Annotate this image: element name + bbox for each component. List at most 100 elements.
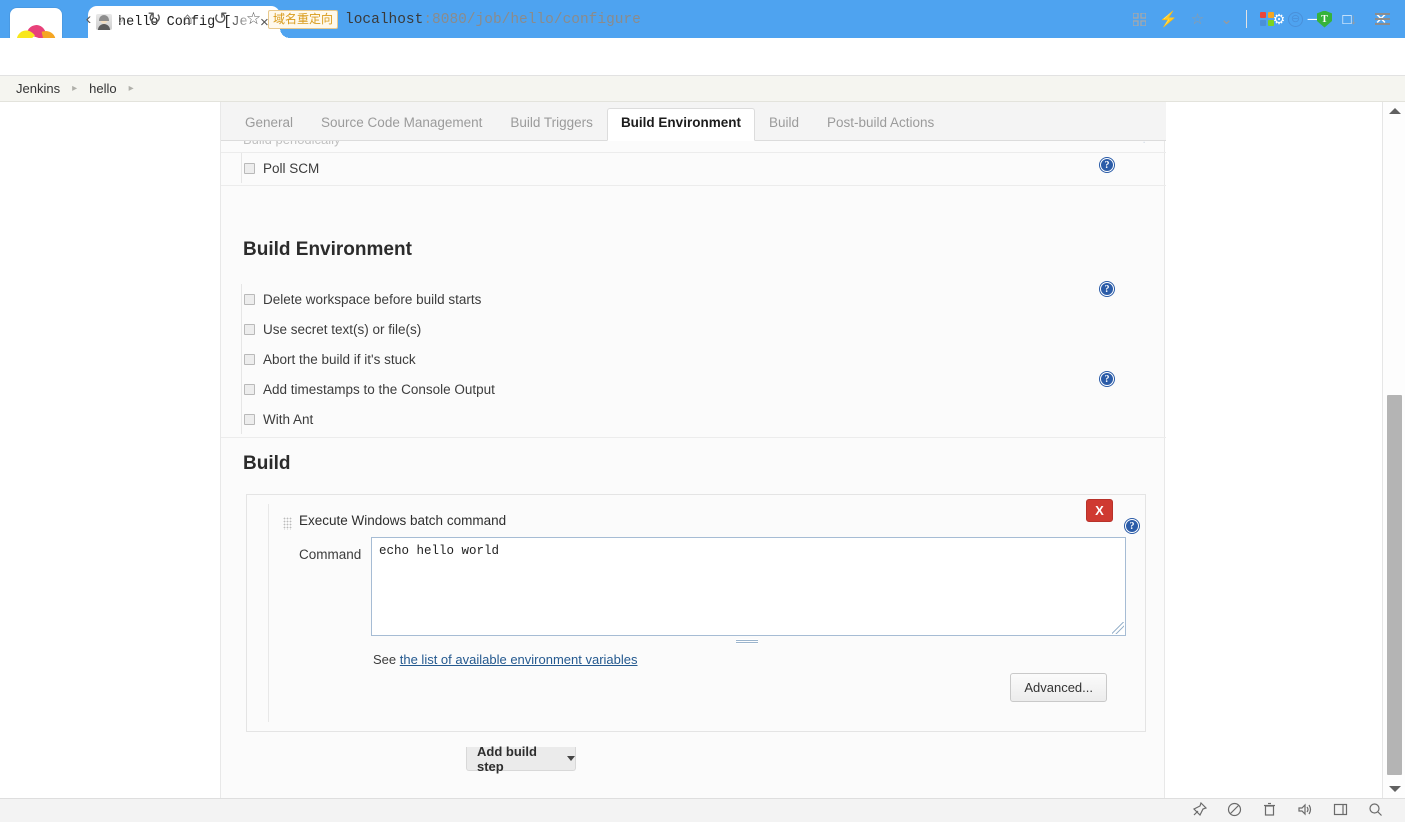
section-heading-build: Build xyxy=(243,453,291,474)
option-label-use-secret: Use secret text(s) or file(s) xyxy=(263,321,422,337)
section-heading-build-environment: Build Environment xyxy=(243,239,412,260)
checkbox-timestamps[interactable] xyxy=(244,383,255,395)
chevron-down-icon[interactable]: ⌄ xyxy=(1212,0,1241,38)
option-label-timestamps: Add timestamps to the Console Output xyxy=(263,381,495,397)
checkbox-delete-workspace[interactable] xyxy=(244,293,255,305)
see-prefix: See xyxy=(373,652,400,667)
row-left-bar xyxy=(241,284,242,314)
tab-post-build-actions[interactable]: Post-build Actions xyxy=(813,108,948,140)
help-icon-poll-scm[interactable]: ? xyxy=(1100,158,1114,172)
url-host: localhost xyxy=(345,11,424,28)
add-build-step-button[interactable]: Add build step xyxy=(466,743,576,774)
build-step-title: Execute Windows batch command xyxy=(299,513,507,528)
breadcrumb-separator: ▸ xyxy=(72,83,78,94)
breadcrumb-item-jenkins[interactable]: Jenkins xyxy=(16,81,60,96)
hamburger-menu-icon[interactable] xyxy=(1368,0,1397,38)
option-label-abort-stuck: Abort the build if it's stuck xyxy=(263,351,416,367)
address-bar-url: localhost:8080/job/hello/configure xyxy=(345,12,641,28)
page-body: General Source Code Management Build Tri… xyxy=(0,102,1382,798)
domain-redirect-badge: 域名重定向 xyxy=(268,10,339,29)
env-vars-line: See the list of available environment va… xyxy=(373,652,638,667)
option-row-timestamps[interactable]: Add timestamps to the Console Output xyxy=(221,374,1166,404)
home-icon[interactable]: ⌂ xyxy=(171,0,204,38)
option-label-poll-scm: Poll SCM xyxy=(263,160,320,176)
reload-icon[interactable]: ↻ xyxy=(138,0,171,38)
option-row-delete-workspace[interactable]: Delete workspace before build starts xyxy=(221,284,1166,314)
delete-build-step-button[interactable]: X xyxy=(1086,499,1113,522)
apps-grid-icon[interactable] xyxy=(1252,0,1281,38)
navigation-buttons: ‹ › ↻ ⌂ ↺ ☆ xyxy=(72,0,270,38)
bolt-icon[interactable]: ⚡ xyxy=(1154,0,1183,38)
qr-code-icon[interactable] xyxy=(1125,0,1154,38)
textarea-resize-handle[interactable] xyxy=(1112,622,1124,634)
scroll-down-arrow-icon[interactable] xyxy=(1383,780,1405,798)
add-build-step-label: Add build step xyxy=(477,743,537,774)
scroll-up-arrow-icon[interactable] xyxy=(1383,102,1405,120)
option-row-poll-scm[interactable]: Poll SCM xyxy=(221,153,1166,183)
help-icon-build-step[interactable]: ? xyxy=(1125,519,1139,533)
undo-icon[interactable]: ↺ xyxy=(204,0,237,38)
row-left-bar xyxy=(241,374,242,404)
scrollbar-thumb[interactable] xyxy=(1387,395,1402,775)
browser-toolbar xyxy=(0,38,1405,76)
forward-icon[interactable]: › xyxy=(105,0,138,38)
adblock-icon[interactable]: ⊖ xyxy=(1281,0,1310,38)
checkbox-use-secret[interactable] xyxy=(244,323,255,335)
tab-general[interactable]: General xyxy=(231,108,307,140)
checkbox-poll-scm[interactable] xyxy=(244,162,255,174)
download-icon[interactable]: ↓ xyxy=(1339,0,1368,38)
bookmark-star-icon[interactable]: ☆ xyxy=(237,0,270,38)
checkbox-abort-stuck[interactable] xyxy=(244,353,255,365)
shield-glyph: T xyxy=(1317,10,1332,28)
command-label: Command xyxy=(299,547,362,562)
trash-icon[interactable] xyxy=(1262,802,1277,819)
option-row-with-ant[interactable]: With Ant xyxy=(221,404,1166,434)
help-icon-use-secret[interactable]: ? xyxy=(1100,282,1114,296)
shield-icon[interactable]: T xyxy=(1310,0,1339,38)
row-left-bar xyxy=(241,344,242,374)
config-scroll-area: Build periodically ? Poll SCM ? Build En… xyxy=(221,141,1166,798)
window-icon[interactable] xyxy=(1333,802,1348,819)
clipped-row-text: Build periodically xyxy=(243,141,341,147)
no-entry-icon[interactable] xyxy=(1227,802,1242,819)
tab-build[interactable]: Build xyxy=(755,108,813,140)
tab-build-triggers[interactable]: Build Triggers xyxy=(496,108,607,140)
textarea-drag-grip[interactable] xyxy=(736,639,758,644)
row-left-bar xyxy=(241,404,242,434)
back-icon[interactable]: ‹ xyxy=(72,0,105,38)
toolbar-divider xyxy=(1246,10,1247,28)
env-vars-link[interactable]: the list of available environment variab… xyxy=(400,652,638,667)
search-icon[interactable] xyxy=(1368,802,1383,819)
divider-3 xyxy=(221,437,1166,438)
system-taskbar xyxy=(0,798,1405,822)
config-tab-bar: General Source Code Management Build Tri… xyxy=(221,102,1166,141)
adblock-glyph: ⊖ xyxy=(1288,11,1303,27)
address-bar[interactable]: 域名重定向 localhost:8080/job/hello/configure xyxy=(268,8,641,31)
speaker-icon[interactable] xyxy=(1297,802,1313,819)
command-input[interactable] xyxy=(371,537,1126,636)
checkbox-with-ant[interactable] xyxy=(244,413,255,425)
breadcrumb-item-hello[interactable]: hello xyxy=(89,81,116,96)
tab-build-environment[interactable]: Build Environment xyxy=(606,108,755,141)
tab-source-code-management[interactable]: Source Code Management xyxy=(307,108,496,140)
drag-handle-icon[interactable] xyxy=(283,517,292,530)
help-icon-with-ant[interactable]: ? xyxy=(1100,372,1114,386)
breadcrumb: Jenkins ▸ hello ▸ xyxy=(0,76,1405,102)
row-left-bar xyxy=(241,314,242,344)
divider-2 xyxy=(221,185,1166,186)
pin-icon[interactable] xyxy=(1192,801,1208,819)
advanced-button[interactable]: Advanced... xyxy=(1010,673,1107,702)
option-label-delete-workspace: Delete workspace before build starts xyxy=(263,291,482,307)
vertical-scrollbar[interactable] xyxy=(1382,102,1405,798)
option-row-abort-stuck[interactable]: Abort the build if it's stuck xyxy=(221,344,1166,374)
option-row-use-secret[interactable]: Use secret text(s) or file(s) xyxy=(221,314,1166,344)
breadcrumb-separator-2: ▸ xyxy=(128,83,134,94)
row-left-bar xyxy=(241,153,242,183)
clipped-row-above: Build periodically ? xyxy=(221,141,1166,152)
star-icon[interactable]: ☆ xyxy=(1183,0,1212,38)
option-label-with-ant: With Ant xyxy=(263,411,314,427)
chevron-down-icon xyxy=(567,756,575,761)
clipped-row-help-icon: ? xyxy=(1141,141,1148,146)
config-form-column: General Source Code Management Build Tri… xyxy=(220,102,1166,798)
toolbar-right-icons: ⚡ ☆ ⌄ ⊖ T ↓ xyxy=(1125,0,1397,38)
